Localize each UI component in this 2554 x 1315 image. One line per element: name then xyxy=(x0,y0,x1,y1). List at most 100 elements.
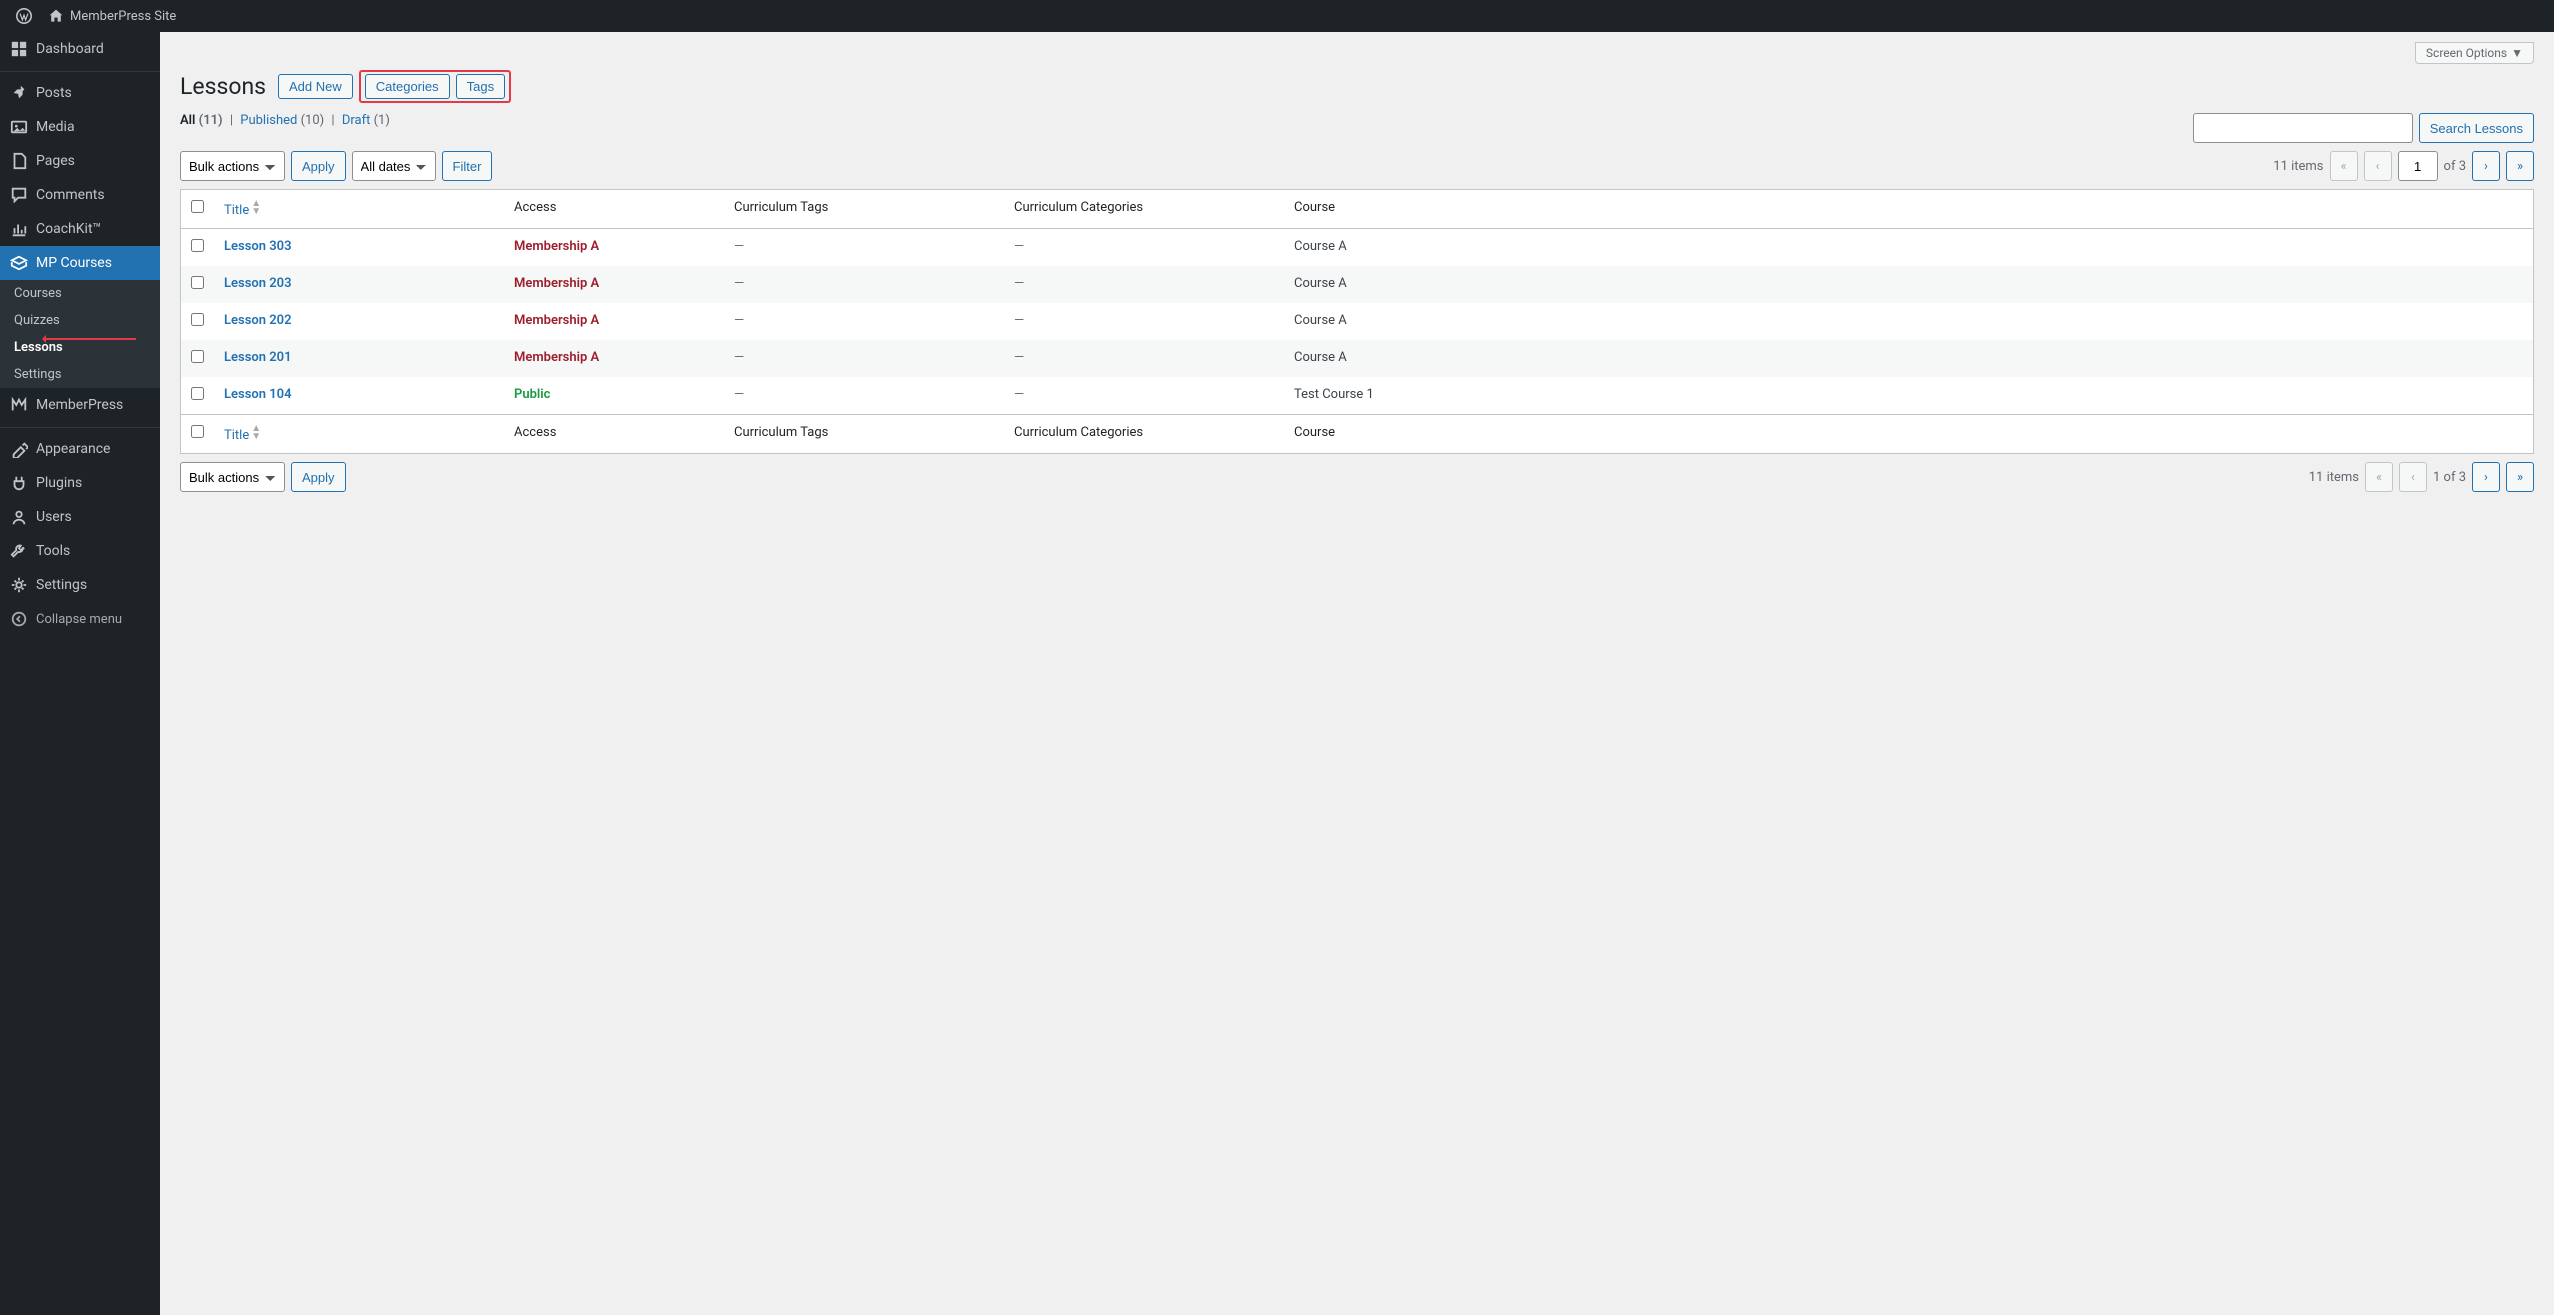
next-page-button-bottom[interactable]: › xyxy=(2472,462,2500,492)
courses-icon xyxy=(10,254,28,272)
sidebar-item-tools[interactable]: Tools xyxy=(0,534,160,568)
first-page-button[interactable]: « xyxy=(2330,151,2358,181)
sidebar-item-pages[interactable]: Pages xyxy=(0,144,160,178)
tags-value: — xyxy=(734,239,744,254)
dashboard-icon xyxy=(10,40,28,58)
col-cats-footer: Curriculum Categories xyxy=(1004,414,1284,453)
sidebar-item-collapse-menu[interactable]: Collapse menu xyxy=(0,602,160,636)
sidebar-item-dashboard[interactable]: Dashboard xyxy=(0,32,160,66)
row-checkbox[interactable] xyxy=(191,387,204,400)
cats-value: — xyxy=(1014,313,1024,328)
submenu-item-courses[interactable]: Courses xyxy=(0,280,160,307)
submenu-item-quizzes[interactable]: Quizzes xyxy=(0,307,160,334)
media-icon xyxy=(10,118,28,136)
sidebar-item-media[interactable]: Media xyxy=(0,110,160,144)
lesson-title-link[interactable]: Lesson 202 xyxy=(224,313,292,328)
col-title[interactable]: Title▲▼ xyxy=(214,190,504,229)
bulk-actions-select-bottom[interactable]: Bulk actions xyxy=(180,462,285,492)
current-page-input[interactable] xyxy=(2398,151,2438,181)
pagination-top: 11 items « ‹ of 3 › » xyxy=(2273,151,2534,181)
sidebar-item-plugins[interactable]: Plugins xyxy=(0,466,160,500)
col-title-footer[interactable]: Title▲▼ xyxy=(214,414,504,453)
last-page-button-bottom[interactable]: » xyxy=(2506,462,2534,492)
row-checkbox[interactable] xyxy=(191,313,204,326)
course-value: Course A xyxy=(1294,239,1347,254)
bulk-actions-select[interactable]: Bulk actions xyxy=(180,151,285,181)
row-checkbox[interactable] xyxy=(191,239,204,252)
admin-bar: MemberPress Site xyxy=(0,0,2554,32)
site-link[interactable]: MemberPress Site xyxy=(40,0,184,32)
apply-button[interactable]: Apply xyxy=(291,151,346,181)
select-all-checkbox-footer[interactable] xyxy=(191,425,204,438)
page-range: 1 of 3 xyxy=(2433,470,2466,485)
course-value: Test Course 1 xyxy=(1294,387,1374,402)
table-row: Lesson 303Membership A——Course A xyxy=(181,229,2533,266)
sidebar-item-memberpress[interactable]: MemberPress xyxy=(0,388,160,422)
sidebar-item-label: Comments xyxy=(36,187,105,203)
sort-icon: ▲▼ xyxy=(251,425,261,441)
tags-button[interactable]: Tags xyxy=(456,74,505,99)
tablenav-bottom: Bulk actions Apply 11 items « ‹ 1 of 3 ›… xyxy=(180,462,2534,492)
table-row: Lesson 203Membership A——Course A xyxy=(181,266,2533,303)
cats-value: — xyxy=(1014,350,1024,365)
sidebar-item-appearance[interactable]: Appearance xyxy=(0,432,160,466)
screen-options-toggle[interactable]: Screen Options ▼ xyxy=(2415,42,2534,64)
sidebar-item-label: Appearance xyxy=(36,441,110,457)
items-count: 11 items xyxy=(2273,159,2323,174)
pagination-bottom: 11 items « ‹ 1 of 3 › » xyxy=(2309,462,2534,492)
wordpress-logo[interactable] xyxy=(8,0,40,32)
search-button[interactable]: Search Lessons xyxy=(2419,113,2534,143)
table-row: Lesson 202Membership A——Course A xyxy=(181,303,2533,340)
row-checkbox[interactable] xyxy=(191,350,204,363)
select-all-checkbox[interactable] xyxy=(191,200,204,213)
tags-value: — xyxy=(734,350,744,365)
first-page-button-bottom[interactable]: « xyxy=(2365,462,2393,492)
user-icon xyxy=(10,508,28,526)
submenu-item-lessons[interactable]: Lessons xyxy=(0,334,160,361)
course-value: Course A xyxy=(1294,350,1347,365)
sidebar-item-mp-courses[interactable]: MP Courses xyxy=(0,246,160,280)
annotation-arrow xyxy=(44,338,136,340)
dates-select[interactable]: All dates xyxy=(352,151,436,181)
sidebar-item-posts[interactable]: Posts xyxy=(0,76,160,110)
cats-value: — xyxy=(1014,239,1024,254)
last-page-button[interactable]: » xyxy=(2506,151,2534,181)
sidebar-item-users[interactable]: Users xyxy=(0,500,160,534)
access-value: Membership A xyxy=(514,350,599,365)
row-checkbox[interactable] xyxy=(191,276,204,289)
add-new-button[interactable]: Add New xyxy=(278,74,353,99)
sidebar-item-label: MemberPress xyxy=(36,397,123,413)
collapse-icon xyxy=(10,610,28,628)
access-value: Membership A xyxy=(514,313,599,328)
lesson-title-link[interactable]: Lesson 203 xyxy=(224,276,292,291)
sidebar-item-comments[interactable]: Comments xyxy=(0,178,160,212)
filter-button[interactable]: Filter xyxy=(442,151,493,181)
sidebar-item-coachkit-[interactable]: CoachKit™ xyxy=(0,212,160,246)
lesson-title-link[interactable]: Lesson 104 xyxy=(224,387,292,402)
sidebar-item-label: Pages xyxy=(36,153,75,169)
submenu-item-settings[interactable]: Settings xyxy=(0,361,160,388)
sidebar-item-label: Settings xyxy=(36,577,87,593)
sidebar-item-label: Tools xyxy=(36,543,70,559)
categories-button[interactable]: Categories xyxy=(365,74,450,99)
filter-all[interactable]: All (11) xyxy=(180,113,223,128)
sidebar-item-settings[interactable]: Settings xyxy=(0,568,160,602)
wordpress-icon xyxy=(16,8,32,24)
settings-icon xyxy=(10,576,28,594)
page-title: Lessons xyxy=(180,73,266,100)
content-area: Screen Options ▼ Lessons Add New Categor… xyxy=(160,32,2554,540)
lesson-title-link[interactable]: Lesson 303 xyxy=(224,239,292,254)
cats-value: — xyxy=(1014,387,1024,402)
tags-value: — xyxy=(734,276,744,291)
prev-page-button-bottom[interactable]: ‹ xyxy=(2399,462,2427,492)
apply-button-bottom[interactable]: Apply xyxy=(291,462,346,492)
col-tags: Curriculum Tags xyxy=(724,190,1004,229)
search-input[interactable] xyxy=(2193,113,2413,143)
filter-published[interactable]: Published (10) xyxy=(240,113,324,128)
total-pages: of 3 xyxy=(2444,159,2466,174)
prev-page-button[interactable]: ‹ xyxy=(2364,151,2392,181)
lesson-title-link[interactable]: Lesson 201 xyxy=(224,350,292,365)
chevron-down-icon: ▼ xyxy=(2511,46,2523,60)
next-page-button[interactable]: › xyxy=(2472,151,2500,181)
filter-draft[interactable]: Draft (1) xyxy=(342,113,390,128)
